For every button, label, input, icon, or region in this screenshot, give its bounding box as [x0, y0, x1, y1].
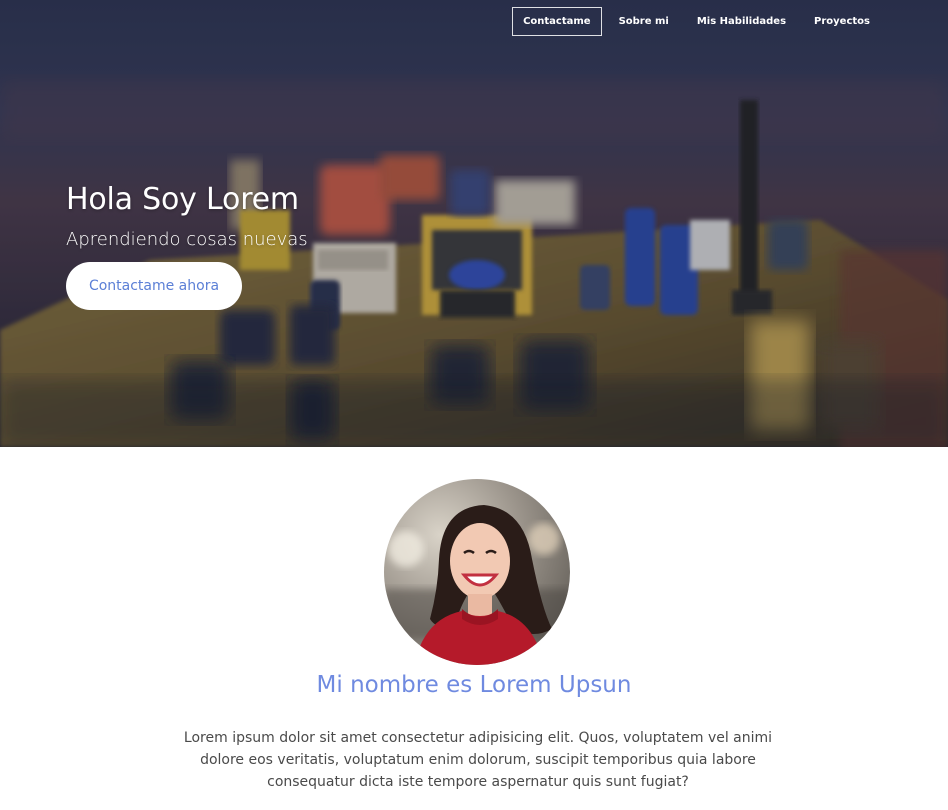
nav-link-contactame[interactable]: Contactame	[512, 7, 602, 36]
hero-section: Contactame Sobre mi Mis Habilidades Proy…	[0, 0, 948, 447]
circuit-board-background-image	[0, 0, 948, 447]
about-description: Lorem ipsum dolor sit amet consectetur a…	[183, 730, 773, 790]
about-section: Mi nombre es Lorem Upsun Lorem ipsum dol…	[0, 447, 948, 810]
profile-avatar	[384, 479, 570, 665]
hero-subtitle: Aprendiendo cosas nuevas	[66, 229, 308, 250]
nav-link-mis-habilidades[interactable]: Mis Habilidades	[686, 7, 797, 36]
profile-photo	[384, 479, 570, 665]
nav-link-proyectos[interactable]: Proyectos	[803, 7, 881, 36]
top-navigation: Contactame Sobre mi Mis Habilidades Proy…	[512, 7, 881, 36]
hero-title: Hola Soy Lorem	[66, 182, 299, 217]
contact-now-button[interactable]: Contactame ahora	[66, 262, 242, 310]
about-name-heading: Mi nombre es Lorem Upsun	[316, 672, 632, 698]
nav-link-sobre-mi[interactable]: Sobre mi	[608, 7, 680, 36]
